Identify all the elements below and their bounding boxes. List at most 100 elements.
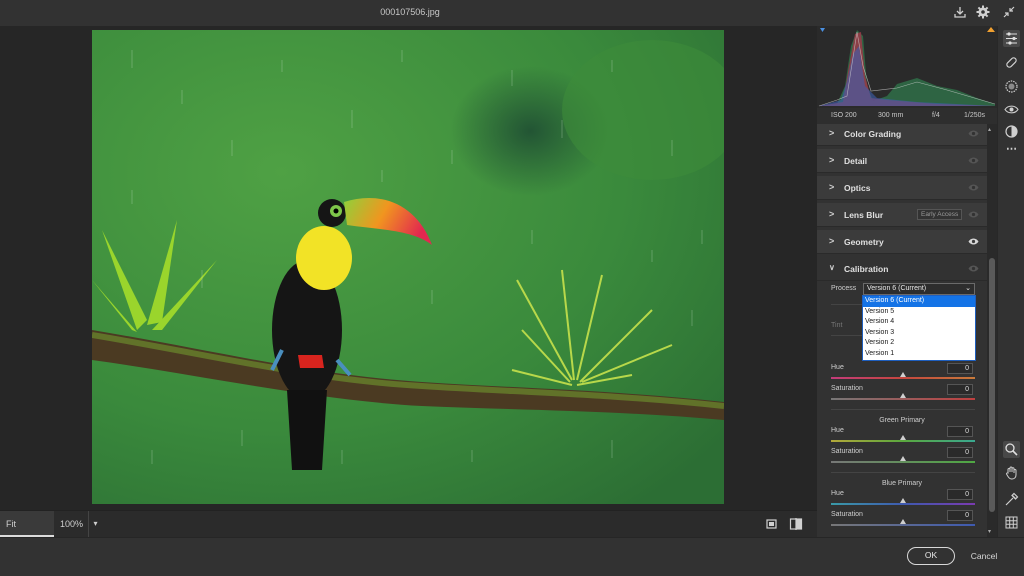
section-label: Geometry xyxy=(844,237,884,247)
tool-strip: ⋯ xyxy=(997,26,1024,537)
green-hue-label: Hue xyxy=(831,427,844,434)
divider xyxy=(831,472,975,473)
save-icon[interactable] xyxy=(952,5,968,21)
chevron-right-icon: > xyxy=(829,236,835,246)
red-hue-label: Hue xyxy=(831,364,844,371)
hand-icon[interactable] xyxy=(1003,464,1020,481)
zoom-icon[interactable] xyxy=(1003,441,1020,458)
green-hue-input[interactable]: 0 xyxy=(947,426,973,437)
section-label: Detail xyxy=(844,156,868,166)
title-bar: 000107506.jpg xyxy=(0,0,1024,26)
dialog-footer: OK Cancel xyxy=(0,537,1024,576)
section-color-grading[interactable]: > Color Grading xyxy=(817,124,987,146)
chevron-down-icon: ⌄ xyxy=(965,285,971,292)
eye-icon[interactable] xyxy=(968,156,979,165)
slider-thumb[interactable] xyxy=(900,372,906,377)
green-sat-input[interactable]: 0 xyxy=(947,447,973,458)
zoom-100-button[interactable]: 100% xyxy=(54,511,88,537)
histogram xyxy=(817,26,997,108)
masking-icon[interactable] xyxy=(1003,78,1020,95)
ok-button[interactable]: OK xyxy=(907,547,955,565)
eye-icon[interactable] xyxy=(968,183,979,192)
section-geometry[interactable]: > Geometry xyxy=(817,230,987,254)
chevron-down-icon: ∨ xyxy=(829,263,835,272)
slider-thumb[interactable] xyxy=(900,456,906,461)
slider-thumb[interactable] xyxy=(900,435,906,440)
divider xyxy=(831,409,975,410)
focal-length: 300 mm xyxy=(878,112,904,119)
red-hue-slider[interactable] xyxy=(831,377,975,379)
toggle-view-icon[interactable] xyxy=(765,517,779,531)
process-option[interactable]: Version 1 xyxy=(863,349,975,360)
process-option[interactable]: Version 2 xyxy=(863,338,975,349)
tint-label: Tint xyxy=(831,322,843,329)
chevron-right-icon: > xyxy=(829,155,835,165)
blue-hue-input[interactable]: 0 xyxy=(947,489,973,500)
chevron-right-icon: > xyxy=(829,128,835,138)
blue-sat-slider[interactable] xyxy=(831,524,975,526)
green-sat-slider[interactable] xyxy=(831,461,975,463)
red-sat-slider[interactable] xyxy=(831,398,975,400)
edit-sliders-icon[interactable] xyxy=(1003,30,1020,47)
section-label: Color Grading xyxy=(844,129,902,139)
eye-icon[interactable] xyxy=(968,129,979,138)
process-dropdown-list[interactable]: Version 6 (Current) Version 5 Version 4 … xyxy=(862,295,976,361)
presets-icon[interactable] xyxy=(1003,123,1020,140)
exif-info: ISO 200 300 mm f/4 1/250s xyxy=(817,108,997,124)
process-option[interactable]: Version 5 xyxy=(863,307,975,318)
scroll-up-icon[interactable]: ▴ xyxy=(988,126,991,133)
toucan-photo xyxy=(92,30,724,504)
eye-icon[interactable] xyxy=(968,237,979,246)
zoom-bar: Fit (22.9%) 100% ▾ xyxy=(0,510,817,555)
process-option[interactable]: Version 4 xyxy=(863,317,975,328)
zoom-fit-button[interactable]: Fit (22.9%) xyxy=(0,511,54,555)
slider-thumb[interactable] xyxy=(900,519,906,524)
before-after-icon[interactable] xyxy=(789,517,803,531)
green-hue-slider[interactable] xyxy=(831,440,975,442)
shutter-speed: 1/250s xyxy=(964,112,986,119)
iso-value: ISO 200 xyxy=(831,112,857,119)
scroll-down-icon[interactable]: ▾ xyxy=(988,528,991,535)
grid-icon[interactable] xyxy=(1003,514,1020,531)
process-option[interactable]: Version 3 xyxy=(863,328,975,339)
red-sat-label: Saturation xyxy=(831,385,863,392)
green-sat-label: Saturation xyxy=(831,448,863,455)
section-label: Lens Blur xyxy=(844,210,884,220)
image-canvas[interactable] xyxy=(0,26,817,510)
section-optics[interactable]: > Optics xyxy=(817,176,987,200)
scroll-thumb[interactable] xyxy=(989,258,995,512)
red-hue-input[interactable]: 0 xyxy=(947,363,973,374)
cancel-button[interactable]: Cancel xyxy=(966,548,1002,566)
heal-icon[interactable] xyxy=(1003,54,1020,71)
section-label: Optics xyxy=(844,183,871,193)
slider-thumb[interactable] xyxy=(900,393,906,398)
blue-sat-label: Saturation xyxy=(831,511,863,518)
process-label: Process xyxy=(831,285,857,292)
gear-icon[interactable] xyxy=(975,5,991,21)
eye-icon[interactable] xyxy=(968,210,979,219)
collapse-icon[interactable] xyxy=(1001,5,1017,21)
more-icon[interactable]: ⋯ xyxy=(1003,142,1020,159)
section-lens-blur[interactable]: > Lens Blur Early Access xyxy=(817,203,987,227)
blue-sat-input[interactable]: 0 xyxy=(947,510,973,521)
camera-raw-window: 000107506.jpg Fit 100% ▾ ISO 200 300 mm … xyxy=(0,0,1024,576)
process-select[interactable]: Version 6 (Current) ⌄ xyxy=(863,283,975,295)
file-title: 000107506.jpg xyxy=(380,7,440,17)
section-label: Calibration xyxy=(844,264,889,274)
eye-icon[interactable] xyxy=(968,264,979,273)
chevron-right-icon: > xyxy=(829,209,835,219)
section-calibration[interactable]: ∨ Calibration xyxy=(817,257,987,281)
slider-thumb[interactable] xyxy=(900,498,906,503)
process-option[interactable]: Version 6 (Current) xyxy=(863,296,975,307)
blue-hue-slider[interactable] xyxy=(831,503,975,505)
color-sampler-icon[interactable] xyxy=(1003,491,1020,508)
aperture: f/4 xyxy=(932,112,940,119)
zoom-dropdown-icon[interactable]: ▾ xyxy=(88,511,102,537)
panel-scrollbar[interactable]: ▴ ▾ xyxy=(987,124,997,537)
section-detail[interactable]: > Detail xyxy=(817,149,987,173)
red-eye-icon[interactable] xyxy=(1003,101,1020,118)
red-sat-input[interactable]: 0 xyxy=(947,384,973,395)
early-access-badge: Early Access xyxy=(917,209,963,220)
blue-primary-title: Blue Primary xyxy=(881,480,923,487)
chevron-right-icon: > xyxy=(829,182,835,192)
